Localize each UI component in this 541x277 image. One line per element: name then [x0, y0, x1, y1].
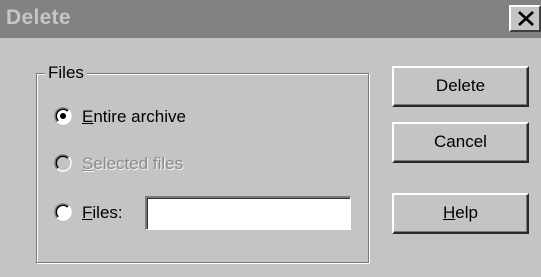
files-group-label: Files: [45, 63, 87, 83]
dialog-title: Delete: [6, 6, 71, 29]
radio-files[interactable]: [54, 203, 72, 221]
radio-selected-files-label: Selected files: [82, 154, 184, 173]
cancel-button[interactable]: Cancel: [392, 122, 529, 163]
delete-dialog: Delete Files Entire archive Selected fil…: [0, 0, 541, 277]
radio-entire-archive[interactable]: [54, 107, 72, 125]
help-label-rest: elp: [455, 203, 478, 222]
close-x-icon: [518, 11, 534, 26]
help-button[interactable]: Help: [392, 193, 529, 234]
radio-selected-files: [54, 154, 72, 172]
help-accel: H: [443, 203, 456, 222]
radio-entire-archive-label: Entire archive: [82, 107, 186, 126]
files-input[interactable]: [145, 196, 351, 230]
close-button[interactable]: [509, 5, 541, 32]
delete-button[interactable]: Delete: [392, 66, 529, 107]
title-bar[interactable]: Delete: [0, 0, 541, 38]
radio-files-label: Files:: [82, 203, 123, 222]
